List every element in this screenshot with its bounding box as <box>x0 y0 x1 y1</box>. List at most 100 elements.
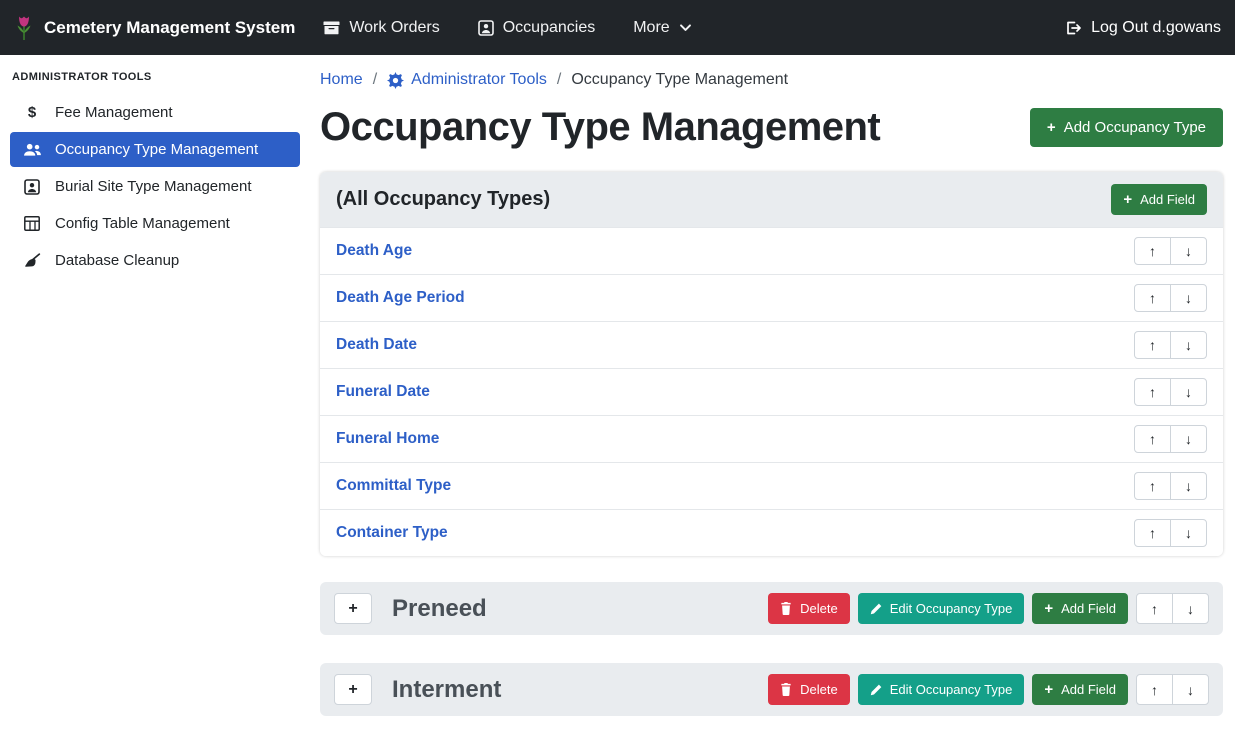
field-row: Container Type ↑ ↓ <box>320 509 1223 556</box>
move-up-button[interactable]: ↑ <box>1134 237 1171 265</box>
field-row: Death Date ↑ ↓ <box>320 321 1223 368</box>
breadcrumb-current: Occupancy Type Management <box>571 71 788 89</box>
reorder-group: ↑ ↓ <box>1134 519 1207 547</box>
field-link[interactable]: Death Age Period <box>336 289 465 307</box>
all-occupancy-types-panel: (All Occupancy Types) + Add Field Death … <box>320 172 1223 556</box>
reorder-group: ↑ ↓ <box>1136 593 1209 624</box>
move-down-button[interactable]: ↓ <box>1170 519 1207 547</box>
move-down-button[interactable]: ↓ <box>1170 378 1207 406</box>
top-navbar: Cemetery Management System Work Orders O… <box>0 0 1235 55</box>
occupancies-icon <box>478 20 494 36</box>
nav-more[interactable]: More <box>633 19 691 37</box>
breadcrumb-admin-tools-link[interactable]: Administrator Tools <box>387 71 547 89</box>
delete-button[interactable]: Delete <box>768 674 850 705</box>
sidebar-heading: Administrator Tools <box>0 59 310 93</box>
button-label: Add Field <box>1140 192 1195 207</box>
move-up-button[interactable]: ↑ <box>1134 331 1171 359</box>
move-down-button[interactable]: ↓ <box>1170 425 1207 453</box>
pencil-icon <box>870 684 882 696</box>
panel-header: (All Occupancy Types) + Add Field <box>320 172 1223 227</box>
reorder-group: ↑ ↓ <box>1134 378 1207 406</box>
expand-button[interactable]: + <box>334 674 372 705</box>
app-brand[interactable]: Cemetery Management System <box>14 14 295 41</box>
sidebar-item-label: Burial Site Type Management <box>55 178 252 195</box>
occupancy-type-name: Preneed <box>392 595 487 623</box>
plus-icon: + <box>1123 192 1132 207</box>
button-label: Delete <box>800 682 838 697</box>
users-icon <box>22 142 42 157</box>
plus-icon: + <box>1044 682 1053 697</box>
edit-occupancy-type-button[interactable]: Edit Occupancy Type <box>858 593 1025 624</box>
field-link[interactable]: Death Age <box>336 242 412 260</box>
move-down-button[interactable]: ↓ <box>1172 593 1209 624</box>
field-link[interactable]: Death Date <box>336 336 417 354</box>
button-label: Delete <box>800 601 838 616</box>
sidebar-item-fee-management[interactable]: $ Fee Management <box>10 95 300 130</box>
move-up-button[interactable]: ↑ <box>1134 472 1171 500</box>
move-up-button[interactable]: ↑ <box>1136 593 1173 624</box>
logout-button[interactable]: Log Out d.gowans <box>1064 19 1221 37</box>
move-down-button[interactable]: ↓ <box>1170 284 1207 312</box>
sidebar: Administrator Tools $ Fee Management Occ… <box>0 55 310 738</box>
move-up-button[interactable]: ↑ <box>1136 674 1173 705</box>
field-link[interactable]: Committal Type <box>336 477 451 495</box>
breadcrumb-label: Administrator Tools <box>411 71 547 89</box>
field-link[interactable]: Container Type <box>336 524 448 542</box>
move-down-button[interactable]: ↓ <box>1170 331 1207 359</box>
pencil-icon <box>870 603 882 615</box>
move-down-button[interactable]: ↓ <box>1172 674 1209 705</box>
main-content: Home / Administrator Tools / Occupancy T… <box>310 55 1235 738</box>
logout-icon <box>1064 20 1082 36</box>
type-actions: Delete Edit Occupancy Type + Add Field ↑ <box>768 674 1209 705</box>
nav-occupancies[interactable]: Occupancies <box>478 19 596 37</box>
move-up-button[interactable]: ↑ <box>1134 284 1171 312</box>
breadcrumb: Home / Administrator Tools / Occupancy T… <box>320 71 1223 89</box>
title-row: Occupancy Type Management + Add Occupanc… <box>320 105 1223 150</box>
move-up-button[interactable]: ↑ <box>1134 425 1171 453</box>
panel-title: (All Occupancy Types) <box>336 188 550 211</box>
expand-button[interactable]: + <box>334 593 372 624</box>
sidebar-item-database-cleanup[interactable]: Database Cleanup <box>10 243 300 278</box>
field-link[interactable]: Funeral Home <box>336 430 439 448</box>
edit-occupancy-type-button[interactable]: Edit Occupancy Type <box>858 674 1025 705</box>
work-orders-icon <box>323 20 340 36</box>
nav-work-orders[interactable]: Work Orders <box>323 19 439 37</box>
add-occupancy-type-button[interactable]: + Add Occupancy Type <box>1030 108 1223 147</box>
button-label: Edit Occupancy Type <box>890 682 1013 697</box>
occupancy-type-name: Interment <box>392 676 501 704</box>
reorder-group: ↑ ↓ <box>1134 425 1207 453</box>
sidebar-item-burial-site-type-management[interactable]: Burial Site Type Management <box>10 169 300 204</box>
reorder-group: ↑ ↓ <box>1134 284 1207 312</box>
move-up-button[interactable]: ↑ <box>1134 519 1171 547</box>
button-label: Add Field <box>1061 682 1116 697</box>
trash-icon <box>780 683 792 696</box>
move-up-button[interactable]: ↑ <box>1134 378 1171 406</box>
app-title: Cemetery Management System <box>44 18 295 38</box>
sidebar-item-label: Database Cleanup <box>55 252 179 269</box>
breadcrumb-home-link[interactable]: Home <box>320 71 363 89</box>
plus-icon: + <box>1047 120 1056 135</box>
field-row: Funeral Date ↑ ↓ <box>320 368 1223 415</box>
field-row: Funeral Home ↑ ↓ <box>320 415 1223 462</box>
add-field-button[interactable]: + Add Field <box>1032 674 1128 705</box>
occupancy-type-panel-interment: + Interment Delete <box>320 663 1223 716</box>
chevron-down-icon <box>679 21 692 34</box>
reorder-group: ↑ ↓ <box>1134 331 1207 359</box>
occupancy-type-panel-preneed: + Preneed Delete <box>320 582 1223 635</box>
logout-label: Log Out d.gowans <box>1091 19 1221 37</box>
sidebar-item-occupancy-type-management[interactable]: Occupancy Type Management <box>10 132 300 167</box>
tulip-logo-icon <box>14 14 34 41</box>
plus-icon: + <box>1044 601 1053 616</box>
nav-label: Work Orders <box>349 19 439 37</box>
dollar-icon: $ <box>22 104 42 121</box>
delete-button[interactable]: Delete <box>768 593 850 624</box>
gear-icon <box>387 72 404 89</box>
trash-icon <box>780 602 792 615</box>
add-field-button[interactable]: + Add Field <box>1032 593 1128 624</box>
add-field-button[interactable]: + Add Field <box>1111 184 1207 215</box>
sidebar-item-config-table-management[interactable]: Config Table Management <box>10 206 300 241</box>
field-link[interactable]: Funeral Date <box>336 383 430 401</box>
move-down-button[interactable]: ↓ <box>1170 237 1207 265</box>
button-label: Edit Occupancy Type <box>890 601 1013 616</box>
move-down-button[interactable]: ↓ <box>1170 472 1207 500</box>
